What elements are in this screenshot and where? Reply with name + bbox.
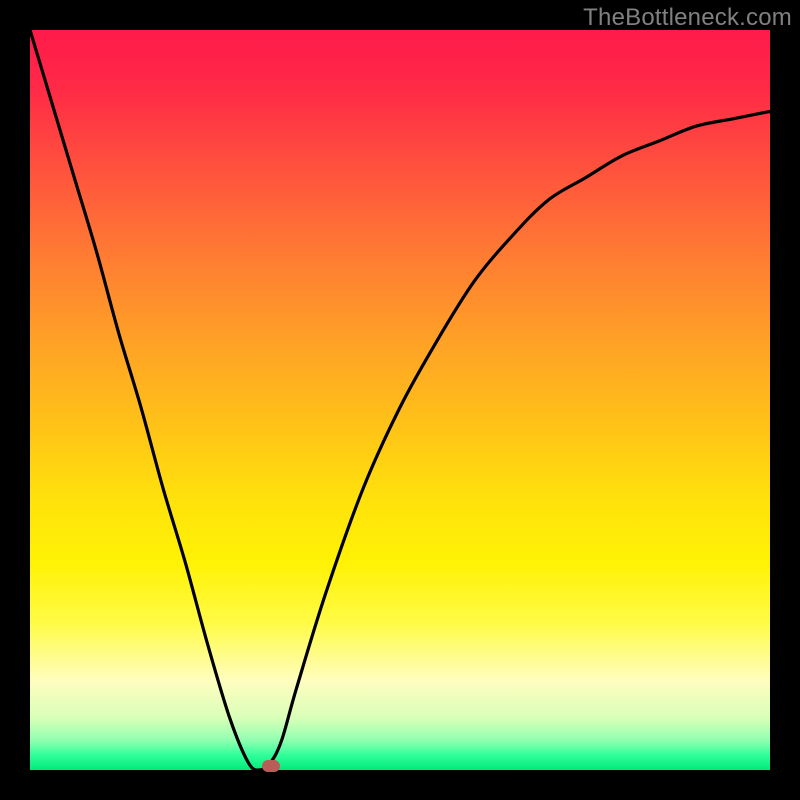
chart-frame: TheBottleneck.com — [0, 0, 800, 800]
bottleneck-curve — [30, 30, 770, 770]
optimum-marker — [262, 760, 280, 772]
plot-area — [30, 30, 770, 770]
watermark-text: TheBottleneck.com — [583, 4, 792, 32]
